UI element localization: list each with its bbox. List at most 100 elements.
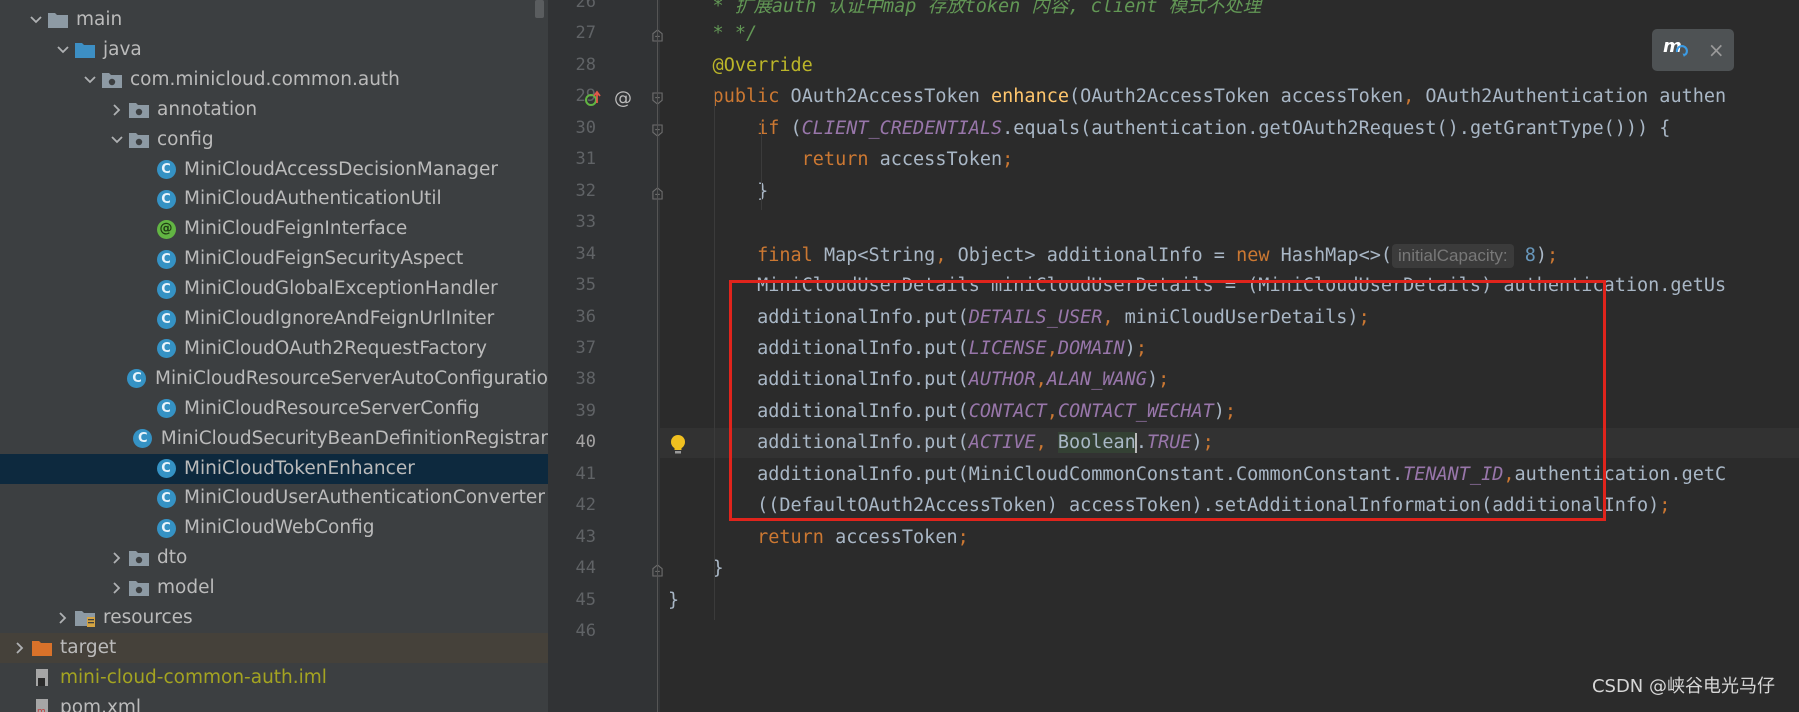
line-number: 27	[575, 23, 596, 44]
tree-item[interactable]: C MiniCloudAuthenticationUtil	[0, 184, 548, 214]
code-line[interactable]: MiniCloudUserDetails miniCloudUserDetail…	[668, 275, 1726, 296]
tree-item[interactable]: com.minicloud.common.auth	[0, 65, 548, 95]
code-token: ,	[1503, 463, 1515, 485]
chevron-down-icon[interactable]	[106, 133, 128, 147]
code-token: OAuth2AccessToken	[790, 86, 992, 108]
tree-item[interactable]: C MiniCloudIgnoreAndFeignUrlIniter	[0, 304, 548, 334]
chevron-down-icon[interactable]	[25, 13, 47, 27]
code-line[interactable]: additionalInfo.put(CONTACT,CONTACT_WECHA…	[668, 401, 1236, 422]
class-icon: C	[132, 428, 154, 450]
code-line[interactable]: additionalInfo.put(AUTHOR,ALAN_WANG);	[668, 369, 1169, 390]
code-line[interactable]: additionalInfo.put(LICENSE,DOMAIN);	[668, 338, 1147, 359]
tree-item[interactable]: C MiniCloudOAuth2RequestFactory	[0, 334, 548, 364]
code-line[interactable]: return accessToken;	[668, 149, 1014, 170]
class-icon: C	[155, 487, 177, 509]
code-line[interactable]: public OAuth2AccessToken enhance(OAuth2A…	[668, 86, 1727, 108]
tree-item[interactable]: @ MiniCloudFeignInterface	[0, 214, 548, 244]
tree-item[interactable]: model	[0, 573, 548, 603]
tree-item-label: MiniCloudWebConfig	[184, 517, 375, 539]
code-token: ,	[1035, 369, 1047, 391]
line-number: 36	[575, 306, 596, 327]
tree-item[interactable]: C MiniCloudUserAuthenticationConverter	[0, 483, 548, 513]
close-icon[interactable]: ×	[1708, 38, 1725, 62]
tree-item[interactable]: annotation	[0, 95, 548, 125]
class-icon: C	[155, 278, 177, 300]
code-line[interactable]: }	[668, 181, 768, 202]
tree-item[interactable]: config	[0, 125, 548, 155]
folder-icon	[47, 9, 69, 31]
tree-item[interactable]: dto	[0, 543, 548, 573]
tree-item[interactable]: C MiniCloudWebConfig	[0, 513, 548, 543]
tree-item[interactable]: main	[0, 5, 548, 35]
plugin-sync-icon[interactable]: m	[1661, 35, 1689, 65]
class-icon: C	[155, 398, 177, 420]
code-token: HashMap<>(	[1280, 244, 1393, 266]
code-line[interactable]: additionalInfo.put(DETAILS_USER, miniClo…	[668, 307, 1370, 328]
code-line[interactable]: @Override	[668, 55, 813, 76]
code-token: OAuth2Authentication authen	[1425, 86, 1727, 108]
code-token: ;	[1158, 369, 1170, 391]
chevron-down-icon[interactable]	[79, 73, 101, 87]
code-token: ;	[1358, 306, 1370, 328]
code-token: }	[668, 589, 680, 611]
tree-item-label: MiniCloudResourceServerConfig	[184, 397, 480, 419]
source-folder-icon	[74, 39, 96, 61]
tree-item[interactable]: C MiniCloudResourceServerAutoConfiguratio	[0, 364, 548, 394]
line-number: 44	[575, 558, 596, 579]
tree-item-label: main	[76, 9, 123, 30]
code-token: (	[790, 117, 802, 139]
code-line[interactable]: if (CLIENT_CREDENTIALS.equals(authentica…	[668, 118, 1670, 139]
code-token: ;	[1202, 432, 1214, 454]
class-icon: C	[155, 188, 177, 210]
code-line[interactable]: final Map<String, Object> additionalInfo…	[668, 243, 1558, 268]
code-line[interactable]: additionalInfo.put(ACTIVE, Boolean.TRUE)…	[668, 432, 1214, 454]
chevron-down-icon[interactable]	[52, 43, 74, 57]
tree-item[interactable]: C MiniCloudSecurityBeanDefinitionRegistra…	[0, 424, 548, 454]
code-token: ;	[1135, 337, 1147, 359]
gutter-divider	[657, 0, 658, 712]
chevron-right-icon[interactable]	[9, 641, 31, 655]
code-line[interactable]: * 扩展auth 认证中map 存放token 内容, client 模式不处理	[668, 0, 1262, 18]
tree-item-label: pom.xml	[60, 696, 142, 712]
code-token: ,	[935, 244, 958, 266]
class-icon: C	[155, 159, 177, 181]
tree-item[interactable]: java	[0, 35, 548, 65]
code-token: Boolean	[1057, 432, 1136, 454]
code-token: enhance	[991, 86, 1069, 108]
line-number: 38	[575, 369, 596, 390]
tree-item[interactable]: C MiniCloudTokenEnhancer	[0, 453, 548, 484]
package-icon	[128, 129, 150, 151]
override-icon[interactable]	[584, 90, 602, 112]
class-icon: C	[155, 248, 177, 270]
code-token: final	[668, 244, 824, 266]
code-token: ,	[1035, 432, 1058, 454]
tree-item[interactable]: C MiniCloudGlobalExceptionHandler	[0, 274, 548, 304]
line-number: 26	[575, 0, 596, 12]
tree-item[interactable]: C MiniCloudFeignSecurityAspect	[0, 244, 548, 274]
code-line[interactable]: }	[668, 590, 679, 611]
line-number: 42	[575, 495, 596, 516]
tree-item[interactable]: target	[0, 632, 548, 663]
tree-item-label: mini-cloud-common-auth.iml	[60, 666, 327, 688]
code-token: )	[1146, 369, 1159, 391]
tree-item[interactable]: C MiniCloudAccessDecisionManager	[0, 155, 548, 185]
project-tree: main java com.minicloud.common.auth annotat…	[0, 0, 548, 712]
tree-item[interactable]: m pom.xml	[0, 693, 548, 712]
code-token: Map<String	[823, 244, 936, 266]
code-line[interactable]: }	[668, 558, 724, 579]
code-token: DOMAIN	[1057, 337, 1125, 359]
tree-item-label: MiniCloudGlobalExceptionHandler	[184, 278, 498, 300]
annotation-marker-icon[interactable]: @	[614, 88, 632, 109]
chevron-right-icon[interactable]	[106, 103, 128, 117]
tree-item[interactable]: C MiniCloudResourceServerConfig	[0, 394, 548, 424]
chevron-right-icon[interactable]	[106, 551, 128, 565]
code-line[interactable]: ((DefaultOAuth2AccessToken) accessToken)…	[668, 495, 1670, 516]
chevron-right-icon[interactable]	[52, 611, 74, 625]
code-line[interactable]: additionalInfo.put(MiniCloudCommonConsta…	[668, 464, 1726, 485]
chevron-right-icon[interactable]	[106, 581, 128, 595]
lightbulb-icon[interactable]	[668, 434, 688, 460]
tree-item[interactable]: mini-cloud-common-auth.iml	[0, 663, 548, 693]
line-number: 31	[575, 149, 596, 170]
code-line[interactable]: * */	[668, 23, 758, 44]
tree-item[interactable]: resources	[0, 603, 548, 633]
